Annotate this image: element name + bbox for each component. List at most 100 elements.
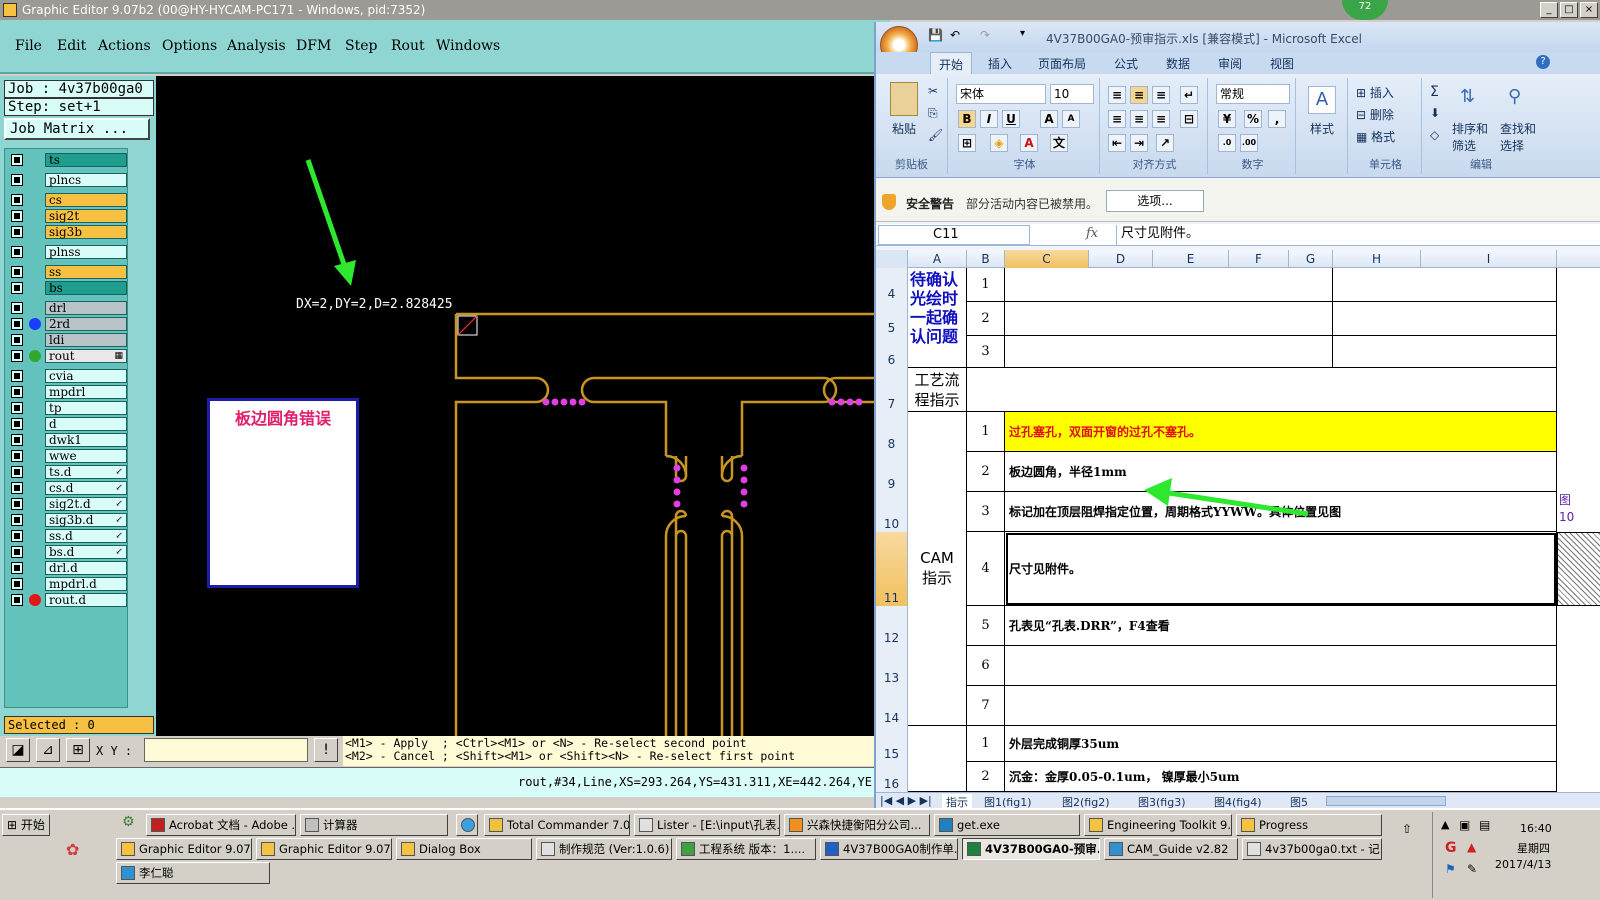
col-header-g[interactable]: G bbox=[1289, 250, 1333, 268]
restore-button[interactable]: □ bbox=[1560, 2, 1578, 18]
horizontal-scrollbar[interactable] bbox=[1326, 796, 1446, 806]
layer-checkbox[interactable] bbox=[11, 498, 23, 510]
pending-cell[interactable] bbox=[1333, 336, 1557, 368]
layer-row-d[interactable]: d bbox=[9, 417, 127, 431]
paste-icon[interactable] bbox=[890, 82, 918, 116]
fill-color-icon[interactable]: ◈ bbox=[990, 134, 1008, 152]
clock-time[interactable]: 16:40 bbox=[1520, 822, 1552, 835]
pending-num[interactable]: 1 bbox=[967, 268, 1005, 302]
cam-num[interactable]: 6 bbox=[967, 646, 1005, 686]
bold-button[interactable]: B bbox=[958, 110, 976, 128]
taskbar-item[interactable]: 4v37b00ga0.txt - 记... bbox=[1242, 838, 1382, 860]
layer-name[interactable]: sig2t.d ↙ bbox=[45, 497, 127, 511]
customize-qat-icon[interactable]: ▾ bbox=[1020, 28, 1025, 39]
align-middle-icon[interactable]: ≡ bbox=[1130, 86, 1148, 104]
layer-row-rout[interactable]: rout ▦ bbox=[9, 349, 127, 363]
measure-icon[interactable]: ⊿ bbox=[36, 738, 60, 762]
row-header[interactable]: 14 bbox=[876, 686, 908, 726]
next-num[interactable]: 1 bbox=[967, 726, 1005, 762]
cam-item-text[interactable]: 过孔塞孔，双面开窗的过孔不塞孔。 bbox=[1005, 412, 1557, 452]
layer-name[interactable]: dwk1 bbox=[45, 433, 127, 447]
pending-num[interactable]: 2 bbox=[967, 302, 1005, 336]
clear-icon[interactable]: ◇ bbox=[1430, 128, 1439, 142]
col-header-c[interactable]: C bbox=[1005, 250, 1089, 268]
layer-checkbox[interactable] bbox=[11, 246, 23, 258]
layer-checkbox[interactable] bbox=[11, 318, 23, 330]
formula-input[interactable]: 尺寸见附件。 bbox=[1116, 225, 1600, 245]
taskbar-item[interactable]: 4V37B00GA0制作单.... bbox=[820, 838, 958, 860]
percent-button[interactable]: % bbox=[1244, 110, 1262, 128]
sheet-nav-icon[interactable]: |◀ ◀ ▶ ▶| bbox=[880, 794, 932, 807]
embedded-object[interactable] bbox=[1557, 532, 1600, 606]
layer-row-bs[interactable]: bs bbox=[9, 281, 127, 295]
tab-data[interactable]: 数据 bbox=[1166, 55, 1190, 72]
taskbar-item[interactable]: Graphic Editor 9.07b... bbox=[256, 838, 392, 860]
layer-name[interactable]: rout ▦ bbox=[45, 349, 127, 363]
layer-checkbox[interactable] bbox=[11, 402, 23, 414]
cam-num[interactable]: 3 bbox=[967, 492, 1005, 532]
select-all[interactable] bbox=[876, 250, 908, 268]
name-box[interactable]: C11 bbox=[878, 225, 1030, 245]
format-painter-icon[interactable]: 🖌 bbox=[928, 128, 943, 142]
taskbar-item[interactable]: get.exe bbox=[934, 814, 1080, 836]
taskbar-item[interactable]: 制作规范 (Ver:1.0.6) bbox=[536, 838, 672, 860]
decrease-indent-icon[interactable]: ⇤ bbox=[1108, 134, 1126, 152]
autosum-icon[interactable]: Σ bbox=[1430, 84, 1439, 100]
layer-row-bs-d[interactable]: bs.d ↙ bbox=[9, 545, 127, 559]
ie-icon[interactable] bbox=[456, 814, 478, 836]
col-header-e[interactable]: E bbox=[1153, 250, 1229, 268]
layer-checkbox[interactable] bbox=[11, 450, 23, 462]
help-icon[interactable]: ? bbox=[1536, 55, 1550, 69]
redo-icon[interactable]: ↷ bbox=[980, 28, 990, 42]
increase-decimal-icon[interactable]: .0 bbox=[1218, 134, 1236, 152]
copy-icon[interactable]: ⎘ bbox=[928, 106, 938, 121]
row-header[interactable]: 13 bbox=[876, 646, 908, 686]
layer-name[interactable]: rout.d bbox=[45, 593, 127, 607]
styles-button[interactable]: 样式 bbox=[1310, 120, 1334, 137]
layer-name[interactable]: wwe bbox=[45, 449, 127, 463]
layer-row-cvia[interactable]: cvia bbox=[9, 369, 127, 383]
sheet-tab[interactable]: 图5 bbox=[1290, 794, 1308, 808]
minimize-button[interactable]: _ bbox=[1540, 2, 1558, 18]
layer-name[interactable]: 2rd bbox=[45, 317, 127, 331]
layer-row-ldi[interactable]: ldi bbox=[9, 333, 127, 347]
layer-name[interactable]: plncs bbox=[45, 173, 127, 187]
tray-icon[interactable]: ▤ bbox=[1479, 818, 1490, 832]
taskbar-item-active[interactable]: 4V37B00GA0-预审... bbox=[962, 838, 1100, 860]
taskbar-item[interactable]: Engineering Toolkit 9.0... bbox=[1084, 814, 1232, 836]
layer-name[interactable]: bs bbox=[45, 281, 127, 295]
taskbar-item[interactable]: Graphic Editor 9.07b... bbox=[116, 838, 252, 860]
sheet-tab[interactable]: 图3(fig3) bbox=[1138, 794, 1186, 808]
layer-checkbox[interactable] bbox=[11, 594, 23, 606]
tray-icon[interactable]: ✎ bbox=[1467, 862, 1477, 876]
zoom-fit-icon[interactable]: ◪ bbox=[6, 738, 30, 762]
job-matrix-button[interactable]: Job Matrix ... bbox=[4, 118, 150, 140]
layer-name[interactable]: plnss bbox=[45, 245, 127, 259]
menu-analysis[interactable]: Analysis bbox=[227, 38, 286, 54]
sheet-tab[interactable]: 图1(fig1) bbox=[984, 794, 1032, 808]
layer-name[interactable]: tp bbox=[45, 401, 127, 415]
menu-options[interactable]: Options bbox=[162, 38, 217, 54]
sheet-tab[interactable]: 图2(fig2) bbox=[1062, 794, 1110, 808]
italic-button[interactable]: I bbox=[980, 110, 998, 128]
layer-name[interactable]: cvia bbox=[45, 369, 127, 383]
layer-name[interactable]: d bbox=[45, 417, 127, 431]
cam-item-text[interactable]: 孔表见“孔表.DRR”，F4查看 bbox=[1005, 606, 1557, 646]
tab-review[interactable]: 审阅 bbox=[1218, 55, 1242, 72]
cam-num[interactable]: 7 bbox=[967, 686, 1005, 726]
layer-row-2rd[interactable]: 2rd bbox=[9, 317, 127, 331]
layer-checkbox[interactable] bbox=[11, 578, 23, 590]
next-num[interactable]: 2 bbox=[967, 762, 1005, 792]
layer-checkbox[interactable] bbox=[11, 514, 23, 526]
security-options-button[interactable]: 选项... bbox=[1106, 190, 1204, 212]
layer-name[interactable]: ts.d ↙ bbox=[45, 465, 127, 479]
pending-cell[interactable] bbox=[1005, 302, 1333, 336]
layer-row-drl-d[interactable]: drl.d bbox=[9, 561, 127, 575]
tray-icon[interactable]: G bbox=[1445, 840, 1457, 856]
undo-icon[interactable]: ↶ bbox=[950, 28, 960, 42]
decrease-decimal-icon[interactable]: .00 bbox=[1240, 134, 1258, 152]
cut-icon[interactable]: ✂ bbox=[928, 84, 938, 98]
row-header[interactable]: 10 bbox=[876, 492, 908, 532]
menu-step[interactable]: Step bbox=[345, 38, 377, 54]
taskbar-item[interactable]: Total Commander 7.0 p... bbox=[484, 814, 630, 836]
